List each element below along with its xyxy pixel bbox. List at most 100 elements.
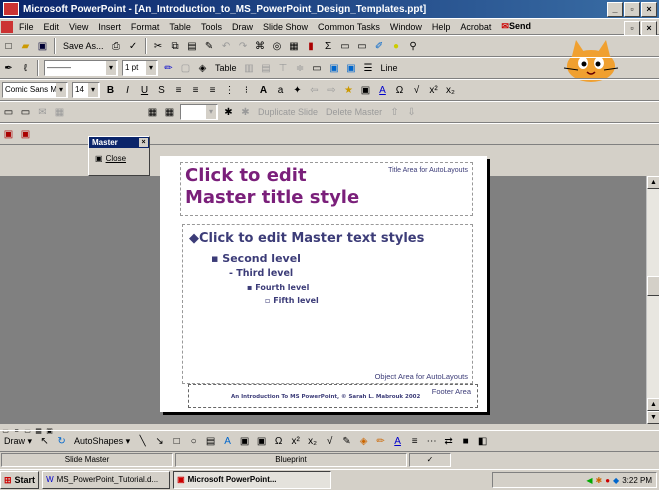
scroll-up-icon[interactable]: ▲ bbox=[647, 176, 659, 189]
bold-button[interactable]: B bbox=[103, 83, 118, 98]
maximize-button[interactable]: ▫ bbox=[624, 2, 640, 17]
align-top-icon[interactable]: ⊤ bbox=[276, 61, 291, 76]
center-icon[interactable]: ≡ bbox=[188, 83, 203, 98]
title-master-icon[interactable]: ▣ bbox=[18, 127, 33, 142]
rehearse-icon[interactable]: ✱ bbox=[221, 105, 236, 120]
autoshapes-button[interactable]: AutoShapes ▾ bbox=[71, 436, 133, 447]
minimize-button[interactable]: _ bbox=[607, 2, 623, 17]
antivirus-icon[interactable]: ● bbox=[605, 476, 610, 485]
close-button[interactable]: × bbox=[641, 2, 657, 17]
network-icon[interactable]: ✱ bbox=[596, 476, 603, 485]
font-select[interactable]: Comic Sans MS bbox=[2, 82, 68, 98]
footer-placeholder[interactable]: Footer Area An Introduction To MS PowerP… bbox=[188, 384, 478, 408]
insert-picture-icon[interactable]: ▣ bbox=[327, 61, 342, 76]
demote-icon[interactable]: ⇨ bbox=[324, 83, 339, 98]
doc-restore-button[interactable]: ▫ bbox=[624, 21, 640, 36]
animation-effects-icon[interactable]: ★ bbox=[341, 83, 356, 98]
line-style-icon[interactable]: ≡ bbox=[407, 434, 422, 449]
line-style-select[interactable]: ——— bbox=[44, 60, 118, 76]
increase-font-icon[interactable]: A bbox=[256, 83, 271, 98]
slide-master-canvas[interactable]: Click to edit Master title style Title A… bbox=[160, 156, 487, 412]
arrow-tool-icon[interactable]: ↘ bbox=[152, 434, 167, 449]
table-button[interactable]: Table bbox=[212, 63, 240, 73]
prev-slide-icon[interactable]: ▲ bbox=[647, 398, 659, 411]
font-color-icon[interactable]: A bbox=[375, 83, 390, 98]
zoom-select[interactable] bbox=[180, 104, 218, 120]
copy-icon[interactable]: ⧉ bbox=[168, 39, 183, 54]
curve-icon[interactable]: ℓ bbox=[18, 61, 33, 76]
shadow-button[interactable]: S bbox=[154, 83, 169, 98]
animation-icon[interactable]: ✦ bbox=[290, 83, 305, 98]
superscript-icon[interactable]: x² bbox=[426, 83, 441, 98]
print-icon[interactable]: ⎙ bbox=[109, 39, 124, 54]
hide-slide-icon[interactable]: ✱ bbox=[238, 105, 253, 120]
equation-draw-icon[interactable]: √ bbox=[322, 434, 337, 449]
insert-clipart-icon[interactable]: ▣ bbox=[344, 61, 359, 76]
align-center-icon[interactable]: ≑ bbox=[293, 61, 308, 76]
subscript-draw-icon[interactable]: x₂ bbox=[305, 434, 320, 449]
master-toolbar-close-icon[interactable]: × bbox=[139, 138, 148, 147]
split-cells-icon[interactable]: ▤ bbox=[259, 61, 274, 76]
line-color-draw-icon[interactable]: ✏ bbox=[373, 434, 388, 449]
lightbulb-icon[interactable]: ● bbox=[389, 39, 404, 54]
insert-row-icon[interactable]: ▭ bbox=[310, 61, 325, 76]
taskbar-powerpoint[interactable]: ▣ Microsoft PowerPoint... bbox=[173, 471, 332, 489]
slide-view-icon[interactable]: ▭ bbox=[1, 105, 16, 120]
underline-button[interactable]: U bbox=[137, 83, 152, 98]
insert-table-icon[interactable]: ▦ bbox=[287, 39, 302, 54]
dash-style-icon[interactable]: ⋯ bbox=[424, 434, 439, 449]
textbox-tool-icon[interactable]: ▤ bbox=[203, 434, 218, 449]
redo-icon[interactable]: ↷ bbox=[236, 39, 251, 54]
menu-insert[interactable]: Insert bbox=[93, 22, 126, 32]
slide-master-icon[interactable]: ▣ bbox=[1, 127, 16, 142]
menu-help[interactable]: Help bbox=[427, 22, 456, 32]
send-button[interactable]: ✉Send bbox=[496, 21, 536, 32]
binoculars-icon[interactable]: ⚲ bbox=[406, 39, 421, 54]
menu-tools[interactable]: Tools bbox=[196, 22, 227, 32]
autosum-icon[interactable]: Σ bbox=[321, 39, 336, 54]
comment-icon[interactable]: ✉ bbox=[35, 105, 50, 120]
save-as-button[interactable]: Save As... bbox=[60, 41, 107, 51]
menu-common-tasks[interactable]: Common Tasks bbox=[313, 22, 385, 32]
delete-master-button[interactable]: Delete Master bbox=[323, 107, 385, 117]
document-icon[interactable] bbox=[1, 20, 13, 33]
numbering-icon[interactable]: ⋮ bbox=[222, 83, 237, 98]
cut-icon[interactable]: ✂ bbox=[151, 39, 166, 54]
scroll-thumb[interactable] bbox=[647, 276, 659, 296]
select-objects-icon[interactable]: ↖ bbox=[37, 434, 52, 449]
menu-draw[interactable]: Draw bbox=[227, 22, 258, 32]
omega-icon[interactable]: Ω bbox=[271, 434, 286, 449]
spelling-icon[interactable]: ✓ bbox=[126, 39, 141, 54]
picture-icon[interactable]: ▣ bbox=[254, 434, 269, 449]
oval-tool-icon[interactable]: ○ bbox=[186, 434, 201, 449]
align-right-icon[interactable]: ≡ bbox=[205, 83, 220, 98]
menu-acrobat[interactable]: Acrobat bbox=[455, 22, 496, 32]
slide-design-icon[interactable]: ▣ bbox=[358, 83, 373, 98]
symbol-icon[interactable]: Ω bbox=[392, 83, 407, 98]
shadow-icon[interactable]: ■ bbox=[458, 434, 473, 449]
grid-icon[interactable]: ▦ bbox=[162, 105, 177, 120]
drawing-icon[interactable]: ✐ bbox=[372, 39, 387, 54]
arrow-down-icon[interactable]: ⇩ bbox=[404, 105, 419, 120]
menu-file[interactable]: File bbox=[14, 22, 39, 32]
arrow-up-icon[interactable]: ⇧ bbox=[387, 105, 402, 120]
menu-format[interactable]: Format bbox=[126, 22, 165, 32]
new-icon[interactable]: □ bbox=[1, 39, 16, 54]
font-color-draw-icon[interactable]: A bbox=[390, 434, 405, 449]
arrow-style-icon[interactable]: ⇄ bbox=[441, 434, 456, 449]
vertical-scrollbar[interactable]: ▲ ▲ ▼ bbox=[646, 176, 659, 424]
italic-button[interactable]: I bbox=[120, 83, 135, 98]
fill-color-icon[interactable]: ◈ bbox=[195, 61, 210, 76]
start-button[interactable]: ⊞ Start bbox=[0, 471, 40, 489]
menu-edit[interactable]: Edit bbox=[39, 22, 65, 32]
format-painter-icon[interactable]: ✎ bbox=[202, 39, 217, 54]
rectangle-tool-icon[interactable]: □ bbox=[169, 434, 184, 449]
decrease-font-icon[interactable]: a bbox=[273, 83, 288, 98]
close-master-view-button[interactable]: ▣ Close bbox=[89, 148, 149, 163]
web-toolbar-icon[interactable]: ◎ bbox=[270, 39, 285, 54]
undo-icon[interactable]: ↶ bbox=[219, 39, 234, 54]
subscript-icon[interactable]: x₂ bbox=[443, 83, 458, 98]
expand-slide-icon[interactable]: ▭ bbox=[355, 39, 370, 54]
pen-icon[interactable]: ✒ bbox=[1, 61, 16, 76]
3d-icon[interactable]: ◧ bbox=[475, 434, 490, 449]
